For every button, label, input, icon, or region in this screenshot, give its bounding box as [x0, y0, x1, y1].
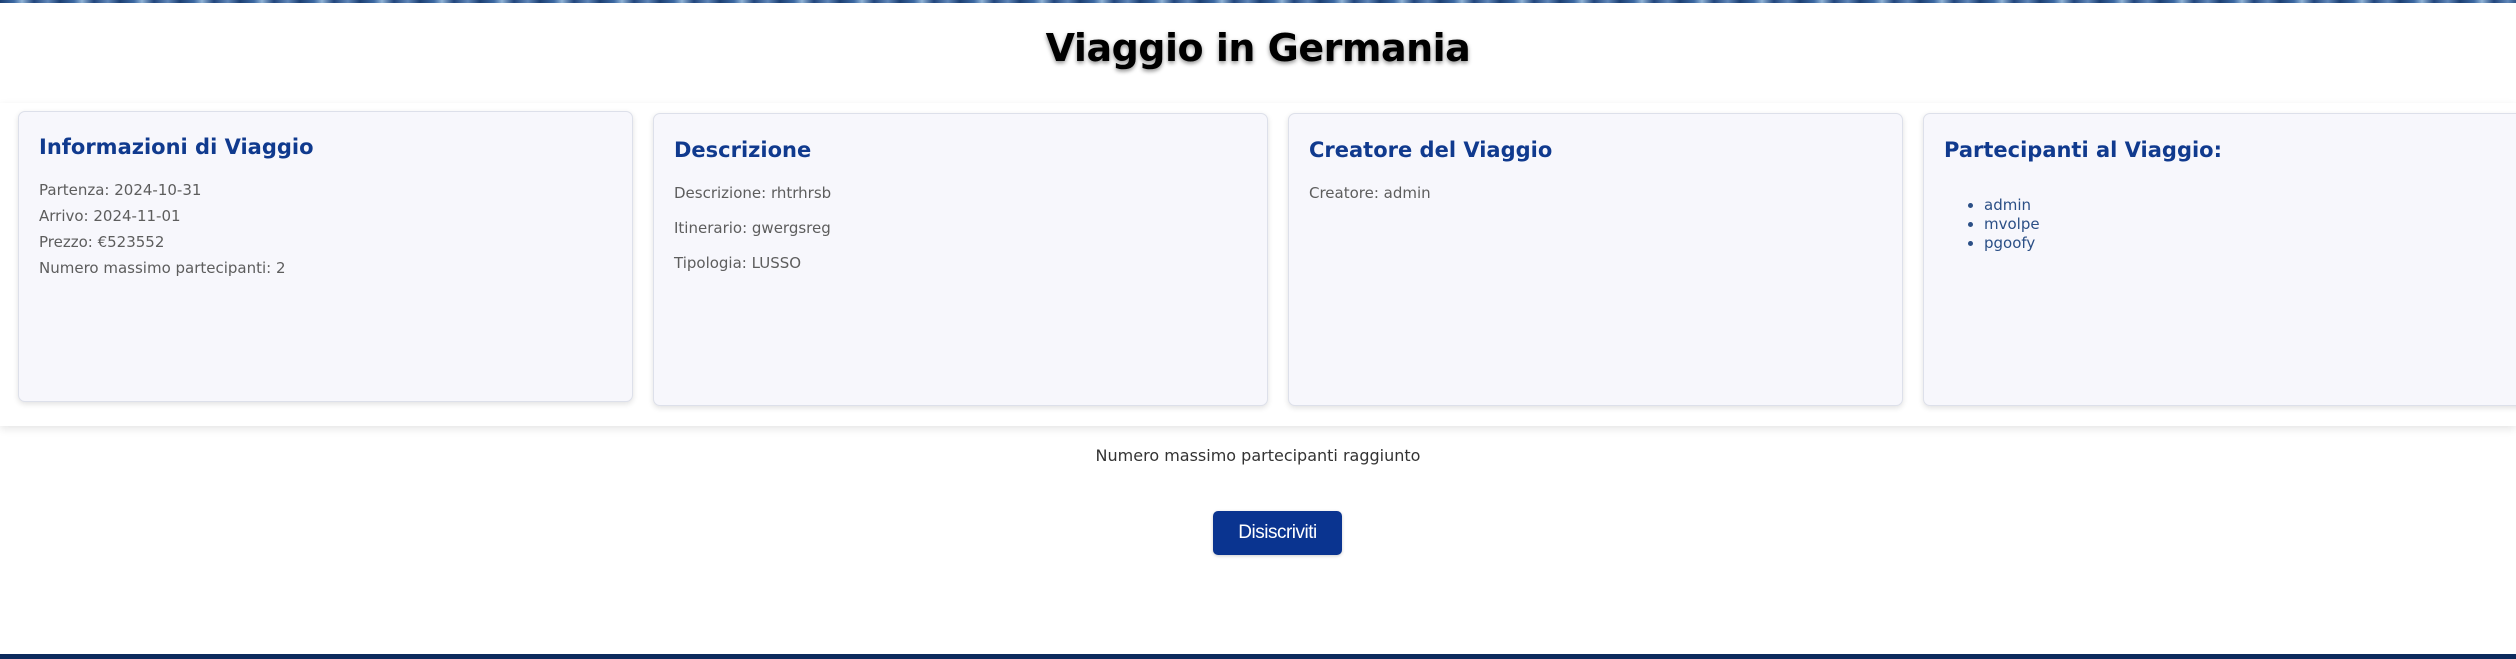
creator-name: Creatore: admin: [1309, 184, 1431, 202]
participant-item: mvolpe: [1984, 215, 2040, 234]
participants-card: Partecipanti al Viaggio: admin mvolpe pg…: [1923, 113, 2516, 406]
creator-card: Creatore del Viaggio Creatore: admin: [1288, 113, 1903, 406]
description-card: Descrizione Descrizione: rhtrhrsb Itiner…: [653, 113, 1268, 406]
itinerary-text: Itinerario: gwergsreg: [674, 219, 831, 237]
description-text: Descrizione: rhtrhrsb: [674, 184, 832, 202]
participants-heading: Partecipanti al Viaggio:: [1944, 138, 2223, 162]
participant-item: pgoofy: [1984, 234, 2040, 253]
creator-heading: Creatore del Viaggio: [1309, 138, 1553, 162]
footer-bar: [0, 654, 2516, 659]
departure-date: Partenza: 2024-10-31: [39, 181, 202, 199]
trip-details-section: Informazioni di Viaggio Partenza: 2024-1…: [0, 103, 2516, 426]
travel-info-card: Informazioni di Viaggio Partenza: 2024-1…: [18, 111, 633, 402]
price: Prezzo: €523552: [39, 233, 165, 251]
header-image-strip: [0, 0, 2516, 3]
arrival-date: Arrivo: 2024-11-01: [39, 207, 181, 225]
trip-type: Tipologia: LUSSO: [674, 254, 802, 272]
max-participants: Numero massimo partecipanti: 2: [39, 259, 286, 277]
participant-item: admin: [1984, 196, 2040, 215]
max-participants-reached-message: Numero massimo partecipanti raggiunto: [1095, 446, 1421, 465]
travel-info-heading: Informazioni di Viaggio: [39, 135, 314, 159]
description-heading: Descrizione: [674, 138, 812, 162]
page-title: Viaggio in Germania: [1045, 26, 1471, 70]
unsubscribe-button[interactable]: Disiscriviti: [1213, 511, 1342, 555]
participants-list: admin mvolpe pgoofy: [1944, 196, 2040, 253]
